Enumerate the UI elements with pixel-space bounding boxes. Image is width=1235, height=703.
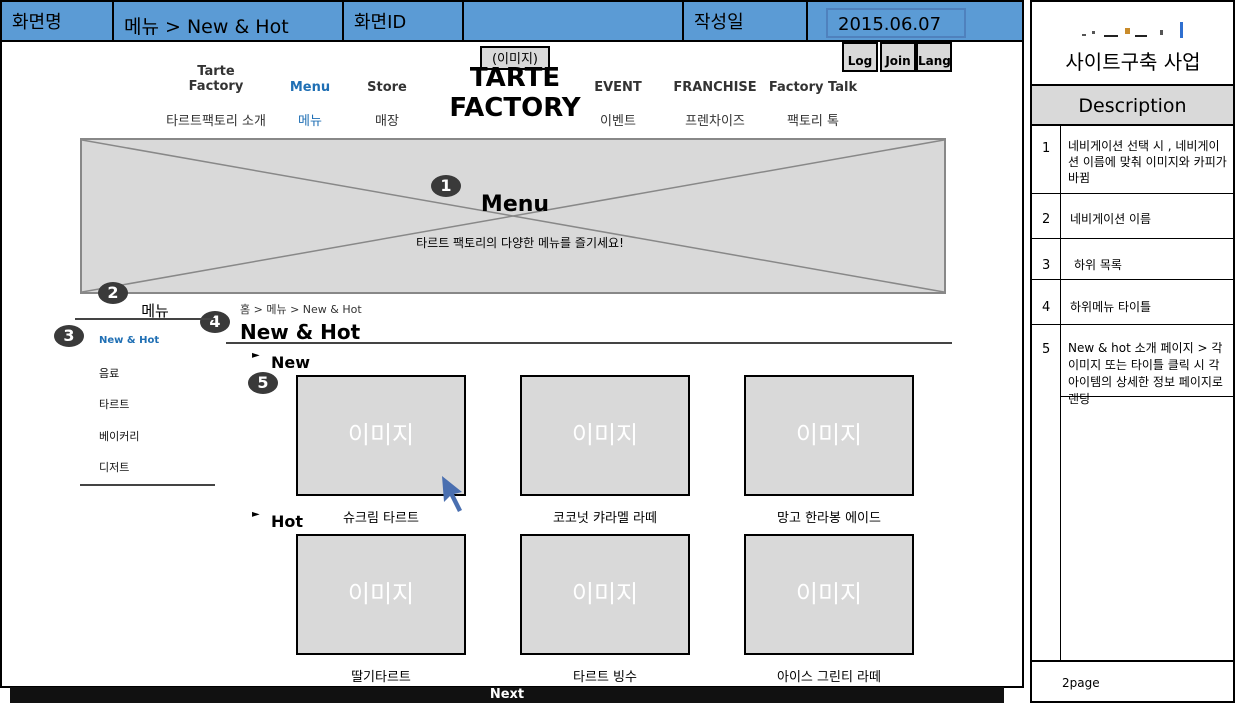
desc-text-2: 네비게이션 이름 — [1070, 212, 1152, 226]
screen-id-value — [464, 2, 684, 40]
date-value: 2015.06.07 — [826, 8, 966, 38]
desc-num-2: 2 — [1042, 212, 1051, 227]
nav-store[interactable]: Store — [357, 80, 417, 95]
log-button[interactable]: Log — [842, 42, 878, 72]
section-label-new: New — [271, 353, 311, 372]
title-divider — [226, 342, 952, 344]
screen-id-label: 화면ID — [344, 2, 464, 40]
product-image-6[interactable]: 이미지 — [744, 534, 914, 655]
nav-factory-talk[interactable]: Factory Talk — [768, 80, 858, 95]
badge-3: 3 — [54, 325, 84, 347]
section-label-hot: Hot — [271, 512, 304, 531]
nav-menu[interactable]: Menu — [280, 80, 340, 95]
header-bar: 화면명 메뉴 > New & Hot 화면ID 작성일 2015.06.07 — [0, 0, 1024, 42]
product-caption-3[interactable]: 망고 한라봉 에이드 — [744, 507, 914, 526]
section-arrow-hot: ► — [252, 509, 260, 520]
sidebar-item-new-hot[interactable]: New & Hot — [99, 335, 159, 346]
date-label: 작성일 — [684, 2, 808, 40]
nav-factory-talk-ko[interactable]: 팩토리 톡 — [768, 110, 858, 129]
product-image-4[interactable]: 이미지 — [296, 534, 466, 655]
next-button[interactable]: Next — [10, 687, 1004, 703]
project-logo-icon — [1082, 22, 1183, 38]
product-image-3[interactable]: 이미지 — [744, 375, 914, 496]
page-title: New & Hot — [240, 320, 361, 344]
section-arrow-new: ► — [252, 350, 260, 361]
sidebar-top-divider — [75, 318, 215, 320]
desc-text-5: New & hot 소개 페이지 > 각 이미지 또는 타이틀 클릭 시 각 아… — [1068, 341, 1223, 406]
nav-event[interactable]: EVENT — [583, 80, 653, 95]
nav-menu-ko[interactable]: 메뉴 — [280, 110, 340, 129]
nav-store-ko[interactable]: 매장 — [357, 110, 417, 129]
product-caption-2[interactable]: 코코넛 캬라멜 라떼 — [520, 507, 690, 526]
screen-name-label: 화면명 — [2, 2, 114, 40]
sidebar-item-tarts[interactable]: 타르트 — [99, 396, 129, 412]
page-footer-divider — [1032, 660, 1233, 662]
nav-franchise-ko[interactable]: 프렌차이즈 — [668, 110, 762, 129]
product-caption-4[interactable]: 딸기타르트 — [296, 666, 466, 685]
logo-line2[interactable]: FACTORY — [440, 94, 590, 122]
logo-line1[interactable]: TARTE — [440, 64, 590, 92]
desc-num-4: 4 — [1042, 300, 1051, 315]
desc-text-1: 네비게이션 선택 시 , 네비게이션 이름에 맞춰 이미지와 카피가 바뀜 — [1068, 139, 1227, 185]
lang-button[interactable]: Lang — [916, 42, 952, 72]
banner-title: Menu — [480, 192, 550, 217]
desc-num-5: 5 — [1042, 342, 1051, 357]
product-caption-5[interactable]: 타르트 빙수 — [520, 666, 690, 685]
product-image-5[interactable]: 이미지 — [520, 534, 690, 655]
desc-text-3: 하위 목록 — [1074, 258, 1122, 272]
nav-event-ko[interactable]: 이벤트 — [583, 110, 653, 129]
nav-tarte-factory-ko[interactable]: 타르트팩토리 소개 — [166, 110, 266, 129]
banner-subtitle: 타르트 팩토리의 다양한 메뉴를 즐기세요! — [416, 236, 624, 250]
sidebar-item-dessert[interactable]: 디저트 — [99, 459, 129, 475]
page-number: 2page — [1062, 676, 1100, 690]
join-button[interactable]: Join — [880, 42, 916, 72]
nav-franchise[interactable]: FRANCHISE — [668, 80, 762, 95]
nav-tarte-factory[interactable]: Tarte Factory — [180, 64, 252, 94]
project-title: 사이트구축 사업 — [1065, 50, 1201, 74]
product-image-2[interactable]: 이미지 — [520, 375, 690, 496]
description-heading: Description — [1032, 84, 1233, 126]
sidebar-item-bakery[interactable]: 베이커리 — [99, 428, 139, 444]
badge-5: 5 — [248, 372, 278, 394]
screen-name-value: 메뉴 > New & Hot — [114, 2, 344, 40]
desc-num-1: 1 — [1042, 141, 1051, 156]
breadcrumb[interactable]: 홈 > 메뉴 > New & Hot — [240, 301, 362, 317]
sidebar-bottom-divider — [80, 484, 215, 486]
sidebar-item-drinks[interactable]: 음료 — [99, 365, 119, 381]
mouse-cursor-icon — [442, 476, 462, 512]
badge-1: 1 — [431, 175, 461, 197]
desc-text-4: 하위메뉴 타이틀 — [1070, 300, 1152, 314]
badge-4: 4 — [200, 311, 230, 333]
product-caption-6[interactable]: 아이스 그린티 라떼 — [744, 666, 914, 685]
desc-num-3: 3 — [1042, 258, 1051, 273]
